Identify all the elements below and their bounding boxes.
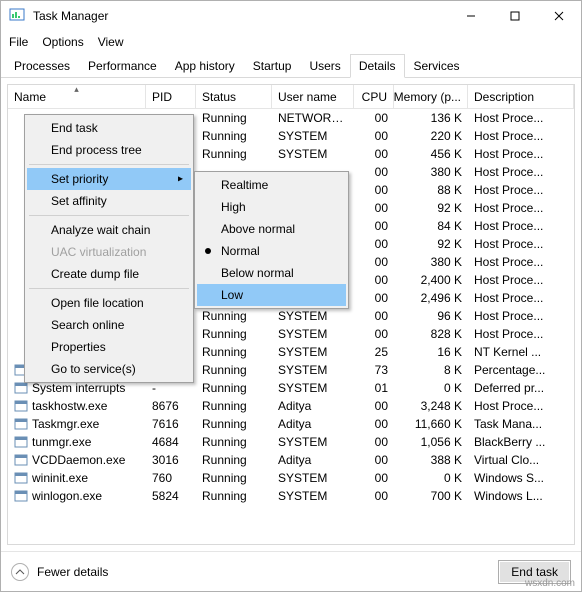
table-row[interactable]: tunmgr.exe4684RunningSYSTEM001,056 KBlac… [8, 433, 574, 451]
tab-performance[interactable]: Performance [79, 54, 166, 77]
tab-strip: Processes Performance App history Startu… [1, 53, 581, 78]
minimize-button[interactable] [449, 1, 493, 31]
ctx-item[interactable]: End process tree [27, 139, 191, 161]
window-title: Task Manager [33, 9, 108, 23]
table-row[interactable]: taskhostw.exe8676RunningAditya003,248 KH… [8, 397, 574, 415]
close-button[interactable] [537, 1, 581, 31]
col-user[interactable]: User name [272, 85, 354, 108]
priority-option[interactable]: Above normal [197, 218, 346, 240]
ctx-item[interactable]: Set priority▸ [27, 168, 191, 190]
tab-users[interactable]: Users [300, 54, 349, 77]
col-pid[interactable]: PID [146, 85, 196, 108]
menu-options[interactable]: Options [42, 35, 83, 49]
fewer-details-label[interactable]: Fewer details [37, 565, 108, 579]
table-row[interactable]: winlogon.exe5824RunningSYSTEM00700 KWind… [8, 487, 574, 505]
priority-option[interactable]: Realtime [197, 174, 346, 196]
table-row[interactable]: Taskmgr.exe7616RunningAditya0011,660 KTa… [8, 415, 574, 433]
menubar: File Options View [1, 31, 581, 53]
ctx-item[interactable]: End task [27, 117, 191, 139]
tab-startup[interactable]: Startup [244, 54, 301, 77]
ctx-item: UAC virtualization [27, 241, 191, 263]
tab-app-history[interactable]: App history [166, 54, 244, 77]
sort-asc-icon: ▴ [74, 85, 79, 95]
ctx-item[interactable]: Properties [27, 336, 191, 358]
priority-option[interactable]: High [197, 196, 346, 218]
col-cpu[interactable]: CPU [354, 85, 394, 108]
col-memory[interactable]: Memory (p... [394, 85, 468, 108]
ctx-item[interactable]: Open file location [27, 292, 191, 314]
priority-option[interactable]: Below normal [197, 262, 346, 284]
ctx-item[interactable]: Create dump file [27, 263, 191, 285]
titlebar: Task Manager [1, 1, 581, 31]
tab-details[interactable]: Details [350, 54, 405, 78]
tab-services[interactable]: Services [405, 54, 469, 77]
statusbar: Fewer details End task [1, 551, 581, 591]
table-row[interactable]: wininit.exe760RunningSYSTEM000 KWindows … [8, 469, 574, 487]
app-icon [9, 7, 25, 26]
menu-file[interactable]: File [9, 35, 28, 49]
radio-dot-icon [205, 248, 211, 254]
menu-view[interactable]: View [98, 35, 124, 49]
ctx-item[interactable]: Set affinity [27, 190, 191, 212]
ctx-item[interactable]: Search online [27, 314, 191, 336]
col-name[interactable]: ▴Name [8, 85, 146, 108]
context-menu: End taskEnd process tree Set priority▸Set… [24, 114, 194, 383]
ctx-item[interactable]: Analyze wait chain [27, 219, 191, 241]
priority-option[interactable]: Low [197, 284, 346, 306]
chevron-up-icon [15, 567, 25, 577]
priority-submenu: RealtimeHighAbove normalNormalBelow norm… [194, 171, 349, 309]
watermark: wsxdn.com [525, 578, 575, 589]
ctx-item[interactable]: Go to service(s) [27, 358, 191, 380]
maximize-button[interactable] [493, 1, 537, 31]
fewer-details-toggle[interactable] [11, 563, 29, 581]
tab-processes[interactable]: Processes [5, 54, 79, 77]
col-status[interactable]: Status [196, 85, 272, 108]
task-manager-window: Task Manager File Options View Processes… [0, 0, 582, 592]
table-row[interactable]: VCDDaemon.exe3016RunningAditya00388 KVir… [8, 451, 574, 469]
priority-option[interactable]: Normal [197, 240, 346, 262]
column-headers: ▴Name PID Status User name CPU Memory (p… [8, 85, 574, 109]
chevron-right-icon: ▸ [178, 174, 183, 185]
col-description[interactable]: Description [468, 85, 574, 108]
